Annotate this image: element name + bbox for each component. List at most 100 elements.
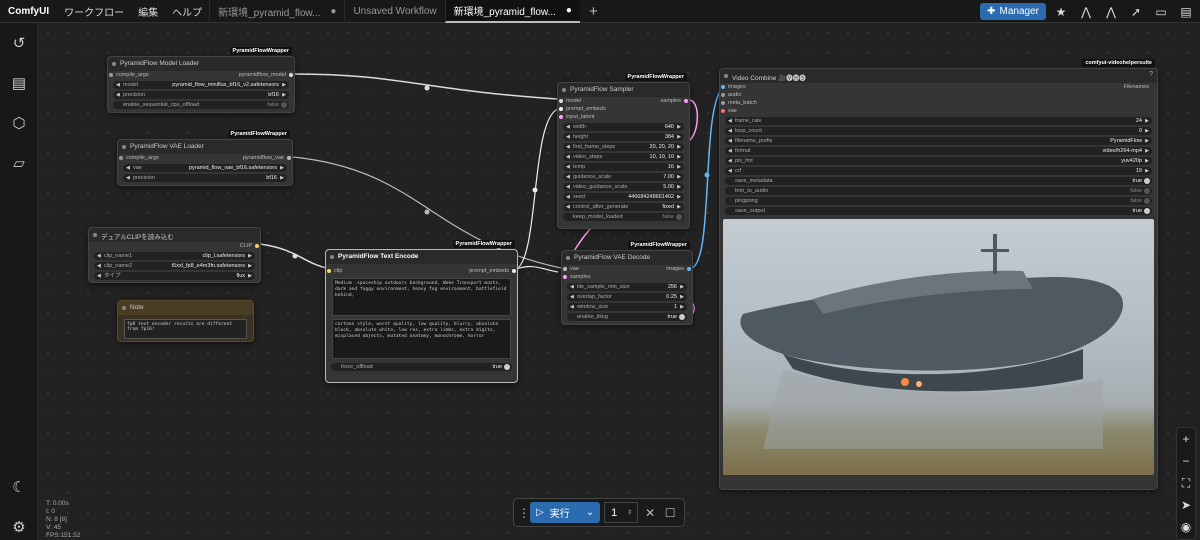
widget-guidance-scale[interactable]: ◀ guidance_scale 7.00 ▶	[563, 173, 684, 181]
widget-enable-tiling[interactable]: enable_tiling true	[567, 313, 687, 321]
toggle-panel-icon[interactable]: ▭	[1151, 3, 1171, 20]
arrow-left-icon[interactable]: ◀	[570, 303, 574, 311]
arrow-left-icon[interactable]: ◀	[566, 163, 570, 171]
arrow-right-icon[interactable]: ▶	[677, 143, 681, 151]
arrow-right-icon[interactable]: ▶	[280, 164, 284, 172]
widget-type[interactable]: ◀ タイプ flux ▶	[94, 272, 255, 280]
widget-model[interactable]: ◀ model pyramid_flow_miniflux_bf16_v2.safe…	[113, 81, 289, 89]
theme-moon-icon[interactable]: ☾	[9, 478, 29, 498]
arrow-left-icon[interactable]: ◀	[566, 123, 570, 131]
output-slot[interactable]	[255, 244, 259, 248]
node-vae-decode[interactable]: PyramidFlowWrapper PyramidFlow VAE Decod…	[561, 241, 693, 325]
output-slot[interactable]	[684, 99, 688, 103]
arrow-right-icon[interactable]: ▶	[1145, 127, 1149, 135]
widget-clip-name2[interactable]: ◀ clip_name2 t5xxl_fp8_e4m3fn.safetensors ▶	[94, 262, 255, 270]
arrow-left-icon[interactable]: ◀	[728, 117, 732, 125]
manager-button[interactable]: ✚ Manager	[980, 3, 1046, 20]
toggle-knob[interactable]	[1144, 198, 1150, 204]
node-title[interactable]: PyramidFlow VAE Loader	[118, 140, 292, 154]
custom-nodes-icon[interactable]: ⋀	[1076, 3, 1096, 20]
note-text[interactable]: fp8 text encoder results are different f…	[124, 319, 247, 339]
arrow-right-icon[interactable]: ▶	[680, 293, 684, 301]
share-icon[interactable]: ➚	[1126, 3, 1146, 20]
positive-prompt-textarea[interactable]: Medium .spaceship outdoors background, W…	[332, 278, 511, 316]
widget-vae[interactable]: ◀ vae pyramid_flow_vae_bf16.safetensors ▶	[123, 164, 287, 172]
settings-gear-icon[interactable]: ⚙	[9, 518, 29, 538]
input-slot[interactable]	[559, 115, 563, 119]
input-slot[interactable]	[559, 107, 563, 111]
input-slot[interactable]	[721, 109, 725, 113]
workflow-tab-2[interactable]: Unsaved Workflow	[344, 0, 444, 23]
input-slot[interactable]	[327, 269, 331, 273]
arrow-right-icon[interactable]: ▶	[677, 153, 681, 161]
arrow-right-icon[interactable]: ▶	[677, 183, 681, 191]
visibility-eye-icon[interactable]: ◉	[1177, 516, 1195, 538]
widget-force-offload[interactable]: force_offload true	[331, 363, 512, 371]
arrow-right-icon[interactable]: ▶	[677, 163, 681, 171]
node-title[interactable]: Note	[118, 301, 253, 315]
arrow-right-icon[interactable]: ▶	[248, 262, 252, 270]
widget-first-frame-steps[interactable]: ◀ first_frame_steps 20, 20, 20 ▶	[563, 143, 684, 151]
arrow-left-icon[interactable]: ◀	[728, 147, 732, 155]
fit-view-icon[interactable]: ⛶	[1177, 472, 1195, 494]
queue-icon[interactable]: ▤	[9, 74, 29, 94]
input-slot[interactable]	[563, 267, 567, 271]
arrow-right-icon[interactable]: ▶	[677, 193, 681, 201]
new-tab-icon[interactable]: +	[580, 3, 607, 20]
arrow-left-icon[interactable]: ◀	[116, 91, 120, 99]
widget-tile-sample-min-size[interactable]: ◀ tile_sample_min_size 256 ▶	[567, 283, 687, 291]
toggle-knob[interactable]	[281, 102, 287, 108]
widget-format[interactable]: ◀ format video/h264-mp4 ▶	[725, 147, 1152, 155]
widget-precision[interactable]: ◀ precision bf16 ▶	[113, 91, 289, 99]
node-dual-clip-loader[interactable]: デュアルCLIPを読み込む CLIP ◀ clip_name1 clip_l.saf…	[88, 227, 261, 283]
widget-filename-prefix[interactable]: ◀ filename_prefix PyramidFlow ▶	[725, 137, 1152, 145]
history-icon[interactable]: ↺	[9, 34, 29, 54]
arrow-right-icon[interactable]: ▶	[680, 283, 684, 291]
widget-crf[interactable]: ◀ crf 19 ▶	[725, 167, 1152, 175]
toggle-knob[interactable]	[1144, 178, 1150, 184]
arrow-left-icon[interactable]: ◀	[566, 173, 570, 181]
star-icon[interactable]: ★	[1051, 3, 1071, 20]
input-slot[interactable]	[559, 99, 563, 103]
arrow-left-icon[interactable]: ◀	[126, 174, 130, 182]
widget-clip-name1[interactable]: ◀ clip_name1 clip_l.safetensors ▶	[94, 252, 255, 260]
widget-window-size[interactable]: ◀ window_size 1 ▶	[567, 303, 687, 311]
input-slot[interactable]	[109, 73, 113, 77]
arrow-right-icon[interactable]: ▶	[1145, 157, 1149, 165]
stepper-icon[interactable]: ⇕	[627, 509, 632, 516]
arrow-left-icon[interactable]: ◀	[97, 252, 101, 260]
arrow-right-icon[interactable]: ▶	[677, 173, 681, 181]
arrow-left-icon[interactable]: ◀	[728, 137, 732, 145]
arrow-right-icon[interactable]: ▶	[282, 81, 286, 89]
arrow-right-icon[interactable]: ▶	[1145, 167, 1149, 175]
input-slot[interactable]	[721, 101, 725, 105]
widget-precision[interactable]: ◀ precision bf16 ▶	[123, 174, 287, 182]
arrow-right-icon[interactable]: ▶	[1145, 137, 1149, 145]
drag-handle-icon[interactable]: ⋮	[518, 506, 530, 520]
arrow-left-icon[interactable]: ◀	[97, 272, 101, 280]
widget-loop-count[interactable]: ◀ loop_count 0 ▶	[725, 127, 1152, 135]
node-title[interactable]: PyramidFlow Text Encode	[326, 250, 517, 264]
batch-count-input[interactable]: 1 ⇕	[604, 502, 639, 523]
arrow-left-icon[interactable]: ◀	[566, 193, 570, 201]
workflow-tab-1[interactable]: 新環境_pyramid_flow... ●	[209, 0, 344, 23]
arrow-right-icon[interactable]: ▶	[248, 252, 252, 260]
workflows-folder-icon[interactable]: ▱	[9, 154, 29, 174]
arrow-right-icon[interactable]: ▶	[680, 303, 684, 311]
widget-video-guidance-scale[interactable]: ◀ video_guidance_scale 5.00 ▶	[563, 183, 684, 191]
widget-seed[interactable]: ◀ seed 446684248661402 ▶	[563, 193, 684, 201]
zoom-out-icon[interactable]: −	[1177, 450, 1195, 472]
node-title[interactable]: PyramidFlow VAE Decode	[562, 251, 692, 265]
bottom-panel-icon[interactable]: ▤	[1176, 3, 1196, 20]
arrow-left-icon[interactable]: ◀	[570, 283, 574, 291]
arrow-left-icon[interactable]: ◀	[116, 81, 120, 89]
node-library-icon[interactable]: ⬡	[9, 114, 29, 134]
widget-width[interactable]: ◀ width 640 ▶	[563, 123, 684, 131]
arrow-left-icon[interactable]: ◀	[97, 262, 101, 270]
node-vae-loader[interactable]: PyramidFlowWrapper PyramidFlow VAE Loade…	[117, 130, 293, 186]
node-title[interactable]: Video Combine 🎥🅥🅗🅢	[720, 69, 1157, 83]
node-title[interactable]: PyramidFlow Sampler	[558, 83, 689, 97]
widget-temp[interactable]: ◀ temp 16 ▶	[563, 163, 684, 171]
toggle-knob[interactable]	[504, 364, 510, 370]
menu-help[interactable]: ヘルプ	[165, 4, 209, 19]
